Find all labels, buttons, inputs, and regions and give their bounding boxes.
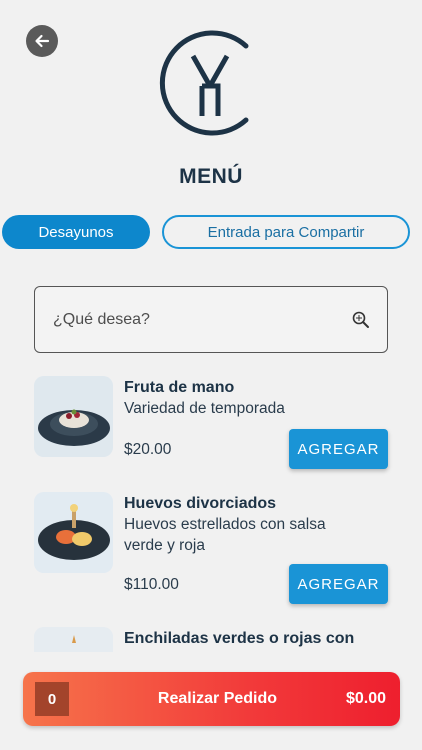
back-button[interactable] — [26, 25, 58, 57]
item-description: Huevos estrellados con salsa verde y roj… — [124, 516, 326, 554]
item-name: Enchiladas verdes o rojas con — [124, 630, 355, 647]
page-title: MENÚ — [179, 165, 243, 188]
item-price: $110.00 — [124, 576, 179, 593]
tab-entrada-para-compartir[interactable]: Entrada para Compartir — [162, 215, 410, 249]
item-price: $20.00 — [124, 441, 172, 458]
item-description: Variedad de temporada — [124, 400, 285, 417]
tab-desayunos[interactable]: Desayunos — [2, 215, 150, 249]
order-total: $0.00 — [345, 690, 386, 707]
add-button[interactable]: AGREGAR — [289, 429, 388, 469]
item-photo — [34, 627, 113, 652]
item-photo — [34, 492, 113, 573]
item-name: Fruta de mano — [124, 379, 235, 396]
menu-list: Fruta de mano Variedad de temporada $20.… — [0, 370, 422, 652]
arrow-left-icon — [35, 34, 50, 48]
search-box — [34, 286, 388, 353]
add-button[interactable]: AGREGAR — [289, 564, 388, 604]
brand-logo — [159, 30, 249, 136]
place-order-label: Realizar Pedido — [157, 690, 278, 707]
search-icon[interactable] — [351, 310, 371, 330]
item-photo — [34, 376, 113, 457]
item-name: Huevos divorciados — [124, 495, 277, 512]
search-input[interactable] — [51, 309, 351, 330]
place-order-button[interactable]: 0 Realizar Pedido $0.00 — [23, 672, 400, 726]
cart-count-badge: 0 — [35, 682, 69, 716]
